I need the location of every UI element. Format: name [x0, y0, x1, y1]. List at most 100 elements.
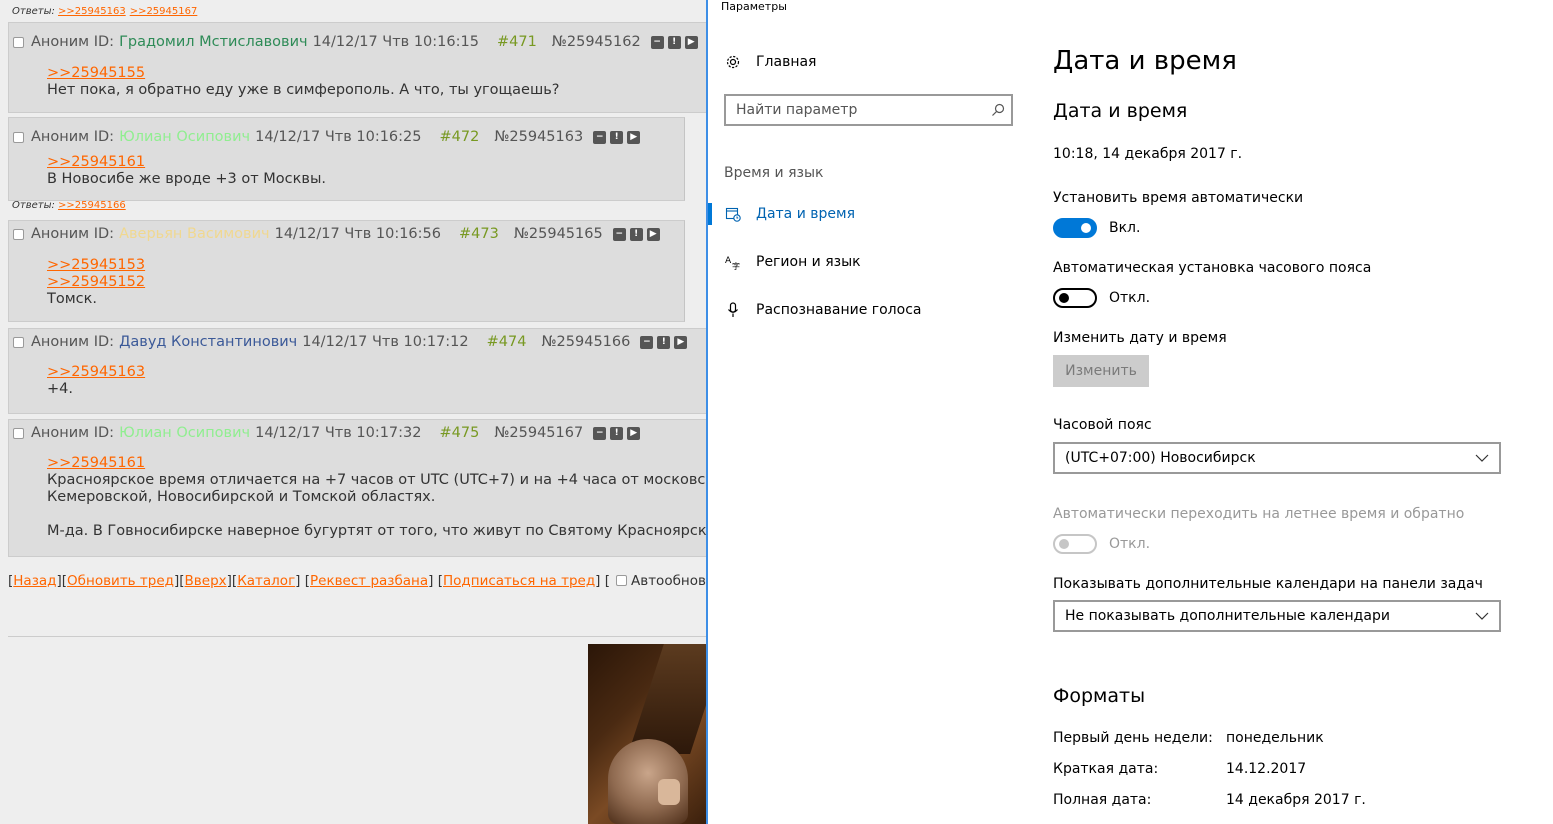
post-checkbox[interactable] [13, 336, 24, 348]
toggle-track[interactable] [1053, 218, 1097, 238]
hide-icon[interactable]: − [650, 35, 664, 49]
format-key: Полная дата: [1053, 792, 1152, 808]
post-date: 14/12/17 Чтв 10:17:12 [302, 334, 469, 350]
hide-icon[interactable]: − [593, 426, 607, 440]
post-text: Кемеровской, Новосибирской и Томской обл… [47, 489, 436, 505]
reply-link[interactable]: >>25945167 [130, 6, 198, 17]
post-date: 14/12/17 Чтв 10:17:32 [255, 425, 422, 441]
nav-unban-request-link[interactable]: Реквест разбана [310, 573, 428, 589]
poster-id-name: Аверьян Васимович [119, 226, 270, 242]
post-date: 14/12/17 Чтв 10:16:25 [255, 129, 422, 145]
sidebar-item-home[interactable]: Главная [724, 53, 816, 71]
reply-link[interactable]: >>25945166 [58, 200, 126, 211]
nav-refresh-link[interactable]: Обновить тред [67, 573, 174, 589]
poster-id-name: Юлиан Осипович [119, 425, 251, 441]
post-checkbox[interactable] [13, 131, 24, 143]
post-header: Аноним ID: Аверьян Васимович 14/12/17 Чт… [13, 224, 660, 244]
search-input[interactable] [726, 101, 985, 119]
post-id[interactable]: №25945163 [494, 128, 583, 146]
report-icon[interactable]: ! [667, 35, 681, 49]
report-icon[interactable]: ! [610, 130, 624, 144]
post-474: Аноним ID: Давуд Константинович 14/12/17… [8, 328, 708, 414]
toggle-track [1053, 534, 1097, 554]
format-key: Краткая дата: [1053, 761, 1159, 777]
post-header: Аноним ID: Юлиан Осипович 14/12/17 Чтв 1… [13, 127, 641, 147]
sidebar-item-date-time[interactable]: Дата и время [724, 205, 855, 223]
nav-up-link[interactable]: Вверх [185, 573, 227, 589]
section-title: Дата и время [1053, 100, 1188, 122]
post-header: Аноним ID: Давуд Константинович 14/12/17… [13, 332, 688, 352]
calendars-select[interactable]: Не показывать дополнительные календари [1053, 600, 1501, 632]
post-id[interactable]: №25945167 [494, 424, 583, 442]
svg-text:字: 字 [732, 261, 740, 270]
nav-back-link[interactable]: Назад [13, 573, 56, 589]
quote-link[interactable]: >>25945163 [47, 364, 145, 381]
poster-id-name: Давуд Константинович [119, 334, 298, 350]
post-body: >>25945163 +4. [47, 364, 145, 398]
report-icon[interactable]: ! [629, 227, 643, 241]
autoupdate-checkbox[interactable] [616, 575, 627, 586]
toggle-state: Откл. [1109, 536, 1151, 552]
reply-link[interactable]: >>25945163 [58, 6, 126, 17]
play-icon[interactable]: ▶ [646, 227, 660, 241]
post-id[interactable]: №25945165 [514, 225, 603, 243]
change-datetime-button[interactable]: Изменить [1053, 355, 1149, 387]
post-472: Аноним ID: Юлиан Осипович 14/12/17 Чтв 1… [8, 117, 685, 211]
post-text: М-да. В Говносибирске наверное бугуртят … [47, 523, 708, 539]
play-icon[interactable]: ▶ [674, 335, 688, 349]
hide-icon[interactable]: − [612, 227, 626, 241]
photo-hand-shape [658, 779, 680, 805]
post-checkbox[interactable] [13, 427, 24, 439]
post-id[interactable]: №25945162 [552, 33, 641, 51]
post-number[interactable]: #475 [440, 424, 480, 442]
sidebar-item-region-language[interactable]: A字 Регион и язык [724, 253, 861, 271]
format-row-long-date: Полная дата: 14 декабря 2017 г. [1053, 792, 1366, 808]
quote-link[interactable]: >>25945161 [47, 455, 708, 472]
format-row-short-date: Краткая дата: 14.12.2017 [1053, 761, 1306, 777]
play-icon[interactable]: ▶ [627, 426, 641, 440]
search-field[interactable] [724, 94, 1013, 126]
settings-window: Параметры Главная Время и язык Дата и вр… [706, 0, 1553, 824]
quote-link[interactable]: >>25945152 [47, 274, 145, 291]
toggle-track[interactable] [1053, 288, 1097, 308]
play-icon[interactable]: ▶ [684, 35, 698, 49]
quote-link[interactable]: >>25945155 [47, 65, 560, 82]
post-number[interactable]: #474 [487, 333, 527, 351]
post-checkbox[interactable] [13, 36, 24, 48]
post-header: Аноним ID: Юлиан Осипович 14/12/17 Чтв 1… [13, 423, 641, 443]
timezone-select[interactable]: (UTC+07:00) Новосибирск [1053, 442, 1501, 474]
auto-timezone-toggle[interactable]: Откл. [1053, 288, 1150, 308]
current-datetime: 10:18, 14 декабря 2017 г. [1053, 146, 1243, 162]
hide-icon[interactable]: − [593, 130, 607, 144]
hide-icon[interactable]: − [640, 335, 654, 349]
microphone-icon [724, 301, 742, 319]
post-text [47, 506, 708, 523]
window-title: Параметры [721, 0, 787, 13]
poster-name: Аноним [31, 34, 90, 50]
quote-link[interactable]: >>25945153 [47, 257, 145, 274]
post-text: Нет пока, я обратно еду уже в симферопол… [47, 82, 560, 98]
sidebar-item-label: Дата и время [756, 206, 855, 222]
sidebar-item-speech[interactable]: Распознавание голоса [724, 301, 921, 319]
post-number[interactable]: #473 [459, 225, 499, 243]
report-icon[interactable]: ! [610, 426, 624, 440]
post-id[interactable]: №25945166 [541, 333, 630, 351]
post-475: Аноним ID: Юлиан Осипович 14/12/17 Чтв 1… [8, 419, 708, 557]
post-checkbox[interactable] [13, 228, 24, 240]
post-471: Аноним ID: Градомил Мстиславович 14/12/1… [8, 22, 708, 113]
search-icon[interactable] [985, 103, 1011, 117]
auto-time-toggle[interactable]: Вкл. [1053, 218, 1140, 238]
imageboard-thread: Ответы: >>25945163 >>25945167 Аноним ID: … [0, 0, 708, 824]
post-text: Томск. [47, 291, 98, 307]
report-icon[interactable]: ! [657, 335, 671, 349]
play-icon[interactable]: ▶ [627, 130, 641, 144]
format-row-first-day: Первый день недели: понедельник [1053, 730, 1324, 746]
nav-catalog-link[interactable]: Каталог [237, 573, 295, 589]
nav-subscribe-link[interactable]: Подписаться на тред [443, 573, 595, 589]
quote-link[interactable]: >>25945161 [47, 154, 326, 171]
post-number[interactable]: #472 [440, 128, 480, 146]
post-number[interactable]: #471 [497, 33, 537, 51]
gear-icon [724, 53, 742, 71]
thread-image-thumbnail[interactable] [588, 644, 708, 824]
page-title: Дата и время [1053, 46, 1237, 76]
